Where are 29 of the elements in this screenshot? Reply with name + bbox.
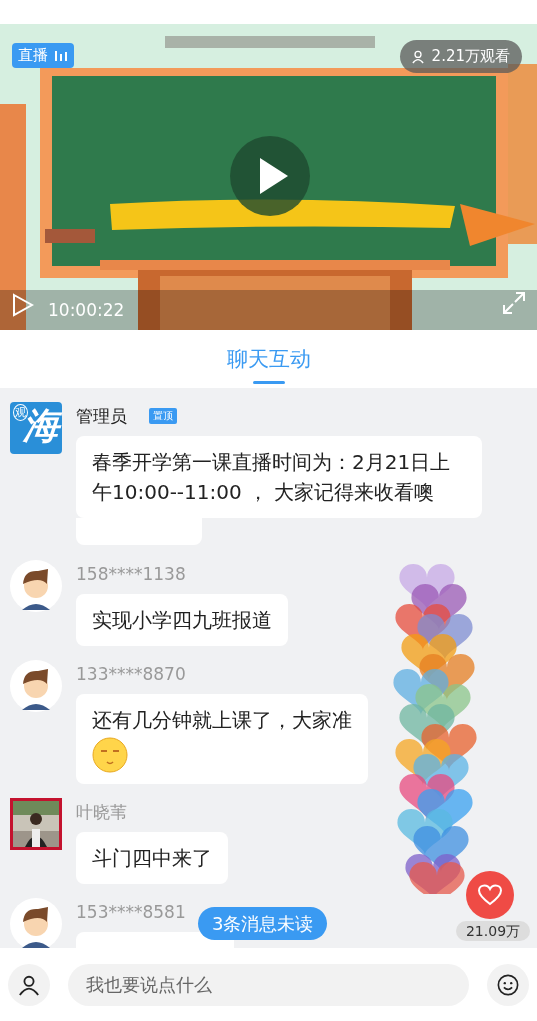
like-button[interactable] [466, 871, 514, 919]
user-icon [411, 49, 424, 64]
user-name: 158****1138 [76, 564, 186, 584]
elapsed-time: 10:00:22 [48, 300, 125, 320]
pinned-badge: 置顶 [149, 408, 177, 424]
heart-icon [478, 884, 502, 906]
avatar [10, 660, 62, 712]
play-icon[interactable] [230, 136, 310, 216]
emoji-button[interactable] [487, 963, 529, 1006]
signal-bars-icon [54, 49, 68, 62]
user-name: 153****8581 [76, 902, 186, 922]
user-name: 管理员 [76, 404, 127, 428]
profile-button[interactable] [8, 963, 50, 1006]
user-name: 叶晓苇 [76, 800, 127, 824]
message-input[interactable]: 我也要说点什么 [68, 963, 469, 1006]
message-bubble: 春季开学第一课直播时间为：2月21日上午10:00--11:00 ， 大家记得来收看噢 [76, 436, 482, 518]
live-badge: 直播 [12, 43, 74, 68]
viewer-count: 2.21万观看 [399, 40, 522, 73]
avatar [10, 560, 62, 612]
user-icon [18, 973, 40, 996]
smiley-icon [497, 973, 519, 996]
unread-messages-button[interactable]: 3条消息未读 [198, 907, 328, 940]
chat-tab[interactable]: 聊天互动 [222, 330, 315, 388]
message-bubble: 斗门四中来了 [76, 832, 228, 884]
like-count: 21.09万 [456, 921, 530, 941]
message-bubble: 实现小学四九班报道 [76, 594, 288, 646]
play-icon[interactable] [12, 293, 34, 317]
message-bubble: 还有几分钟就上课了，大家准 [76, 694, 368, 784]
user-name: 133****8870 [76, 664, 186, 684]
